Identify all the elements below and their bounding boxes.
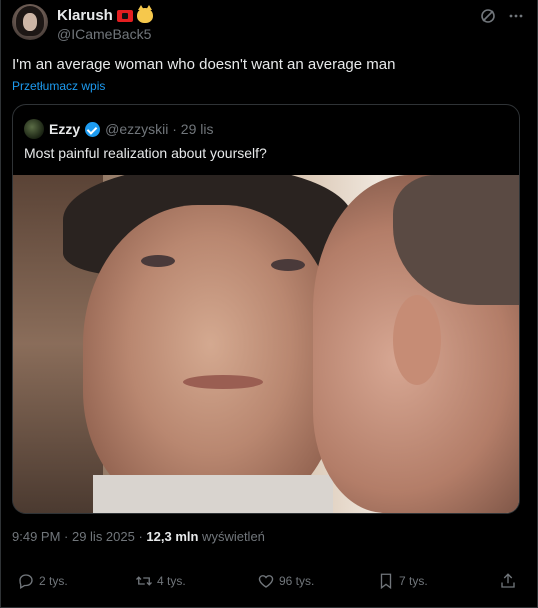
tweet-text: I'm an average woman who doesn't want an… bbox=[12, 56, 396, 73]
like-button[interactable]: 96 tys. bbox=[257, 572, 314, 590]
author-avatar[interactable] bbox=[12, 4, 48, 40]
author-display-name[interactable]: Klarush bbox=[57, 7, 113, 24]
verified-badge-icon bbox=[85, 121, 101, 137]
bookmark-button[interactable]: 7 tys. bbox=[377, 572, 428, 590]
time-date[interactable]: 9:49 PM · 29 lis 2025 · bbox=[12, 529, 146, 544]
translate-link[interactable]: Przetłumacz wpis bbox=[12, 79, 105, 93]
reply-count: 2 tys. bbox=[39, 574, 68, 588]
quoted-avatar[interactable] bbox=[24, 119, 44, 139]
like-icon bbox=[258, 575, 274, 588]
action-bar: 2 tys. 4 tys. 96 tys. 7 tys. bbox=[17, 572, 519, 592]
bookmark-count: 7 tys. bbox=[399, 574, 428, 588]
quoted-meta: @ezzyskii · 29 lis bbox=[105, 121, 214, 137]
like-count: 96 tys. bbox=[279, 574, 315, 588]
cat-emoji-icon bbox=[136, 5, 153, 23]
quoted-display-name[interactable]: Ezzy bbox=[49, 121, 80, 137]
share-button[interactable] bbox=[499, 572, 517, 590]
quoted-text: Most painful realization about yourself? bbox=[24, 145, 267, 161]
retweet-count: 4 tys. bbox=[157, 574, 186, 588]
header-actions bbox=[480, 8, 524, 28]
tweet-timestamp: 9:49 PM · 29 lis 2025 · 12,3 mln wyświet… bbox=[12, 529, 265, 544]
tweet-header: Klarush @ICameBack5 bbox=[12, 4, 528, 44]
bookmark-icon bbox=[380, 573, 392, 590]
tweet-card: Klarush @ICameBack5 I'm an average woman… bbox=[0, 0, 538, 608]
albania-flag-icon bbox=[116, 9, 133, 22]
quoted-header: Ezzy @ezzyskii · 29 lis bbox=[24, 119, 213, 139]
views-label: wyświetleń bbox=[198, 529, 265, 544]
author-handle[interactable]: @ICameBack5 bbox=[57, 26, 151, 42]
reply-icon bbox=[19, 574, 33, 589]
author-name-line: Klarush bbox=[57, 5, 153, 24]
reply-button[interactable]: 2 tys. bbox=[17, 572, 68, 590]
retweet-button[interactable]: 4 tys. bbox=[135, 572, 186, 590]
quoted-photo[interactable] bbox=[13, 175, 519, 513]
views-count: 12,3 mln bbox=[146, 529, 199, 544]
more-icon[interactable] bbox=[508, 8, 524, 28]
share-icon bbox=[501, 573, 515, 588]
retweet-icon bbox=[136, 576, 152, 586]
grok-icon[interactable] bbox=[480, 8, 496, 28]
quoted-tweet[interactable]: Ezzy @ezzyskii · 29 lis Most painful rea… bbox=[12, 104, 520, 514]
